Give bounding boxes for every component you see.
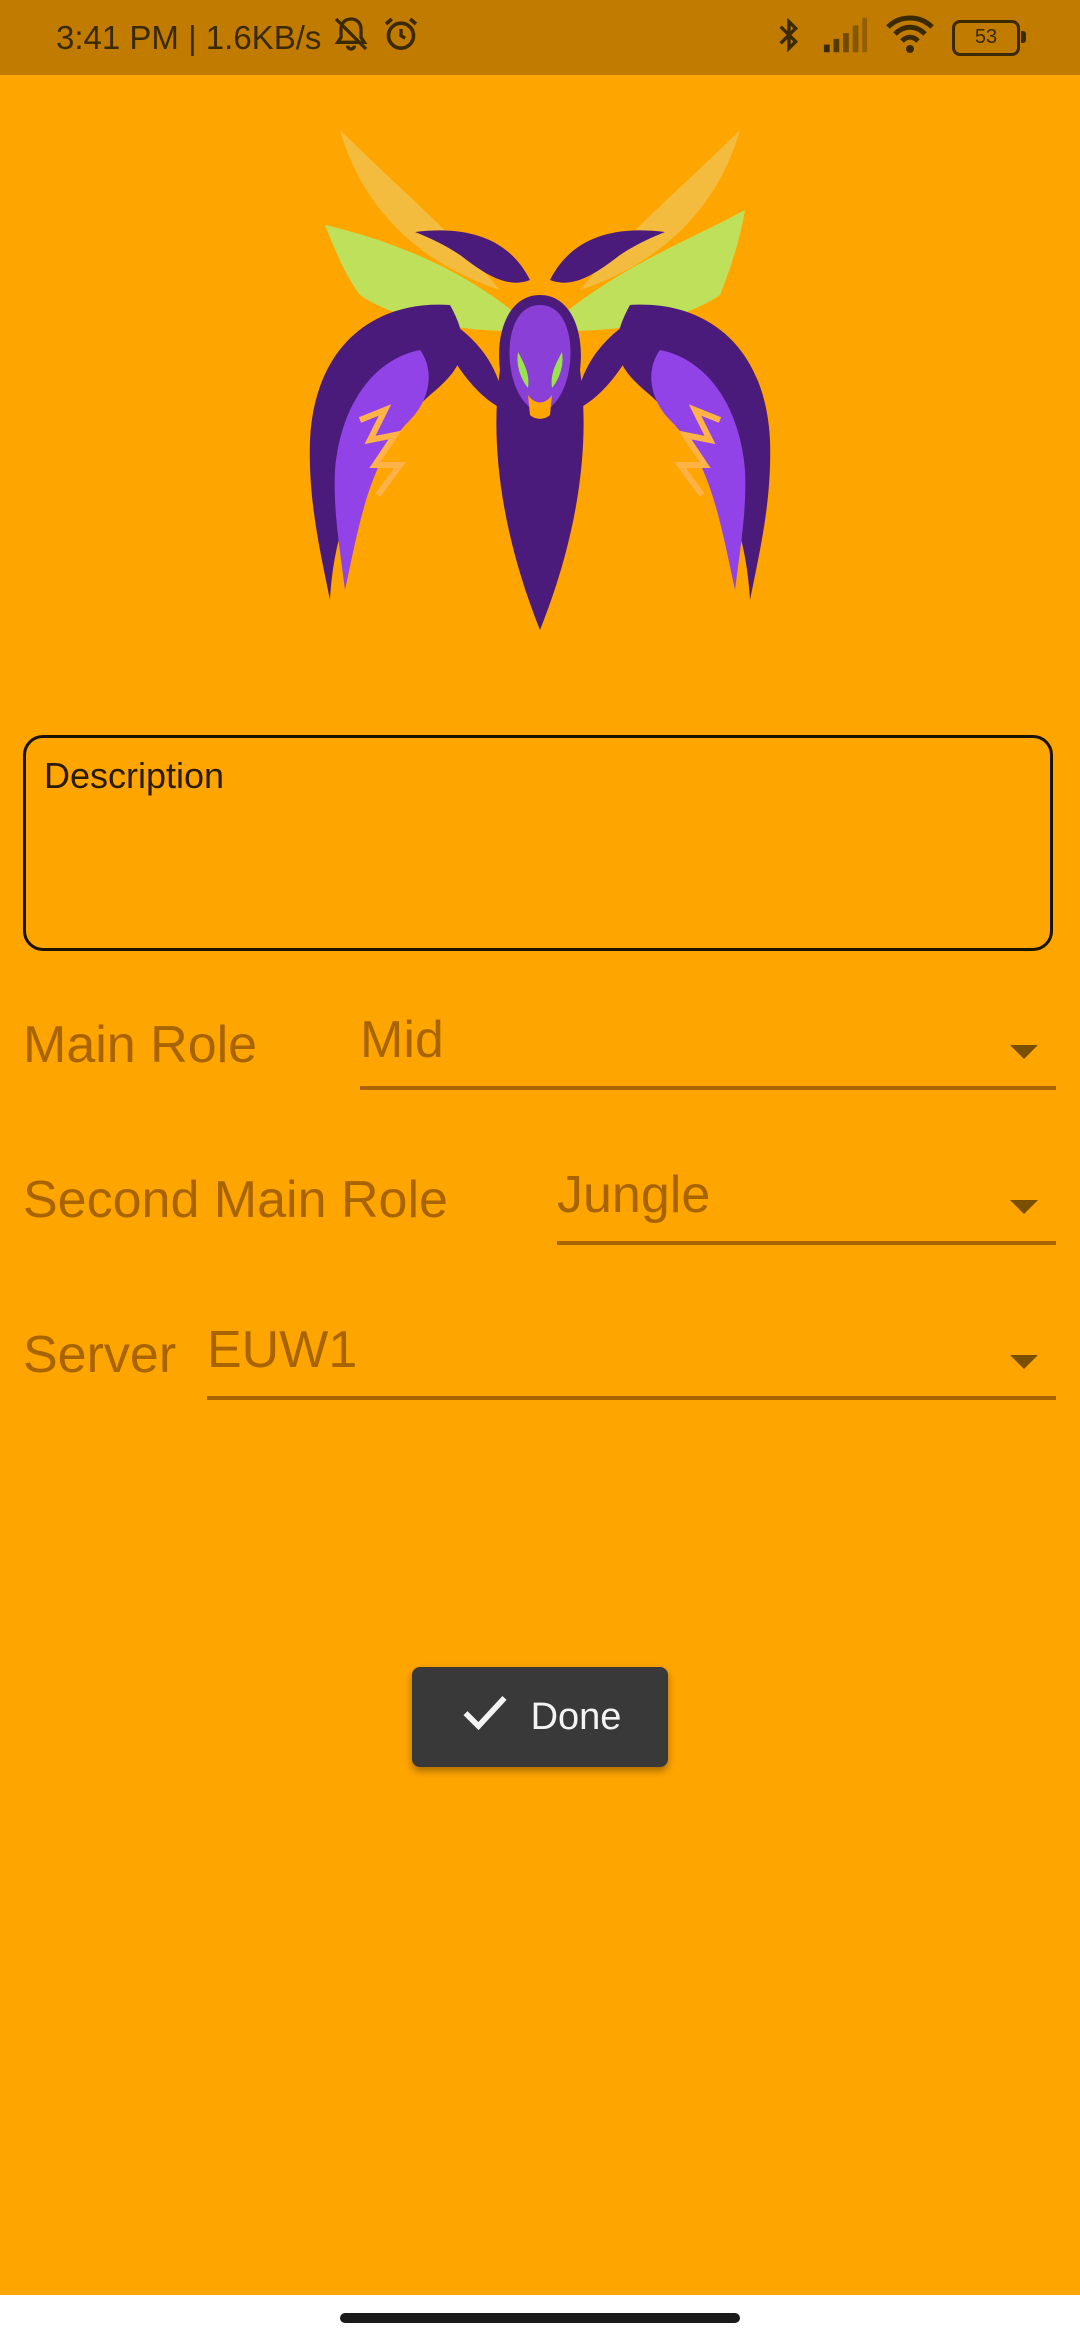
status-right: 53 [774,0,1026,75]
status-bar: 3:41 PM | 1.6KB/s 53 [0,0,1080,75]
server-label: Server [23,1326,177,1384]
status-time-speed: 3:41 PM | 1.6KB/s [56,18,322,56]
wifi-icon [886,15,934,60]
chevron-down-icon [1010,1355,1038,1369]
bell-off-icon [331,14,371,62]
server-dropdown[interactable]: EUW1 [207,1320,1056,1400]
done-button[interactable]: Done [412,1667,668,1767]
check-icon [459,1686,511,1748]
description-label: Description [44,755,225,796]
server-value: EUW1 [207,1321,358,1379]
app-logo [300,120,780,640]
battery-level: 53 [974,26,998,48]
main-role-value: Mid [360,1011,444,1069]
battery-icon: 53 [952,19,1026,56]
main-role-dropdown[interactable]: Mid [360,1010,1056,1090]
home-indicator[interactable] [340,2313,740,2323]
signal-icon [822,15,868,60]
status-left: 3:41 PM | 1.6KB/s [56,0,421,75]
bluetooth-icon [774,15,804,60]
second-role-dropdown[interactable]: Jungle [557,1165,1056,1245]
alarm-icon [381,14,421,62]
main-role-label: Main Role [23,1016,258,1074]
chevron-down-icon [1010,1200,1038,1214]
second-role-value: Jungle [557,1166,711,1224]
chevron-down-icon [1010,1045,1038,1059]
done-label: Done [530,1695,622,1738]
second-role-label: Second Main Role [23,1171,448,1229]
